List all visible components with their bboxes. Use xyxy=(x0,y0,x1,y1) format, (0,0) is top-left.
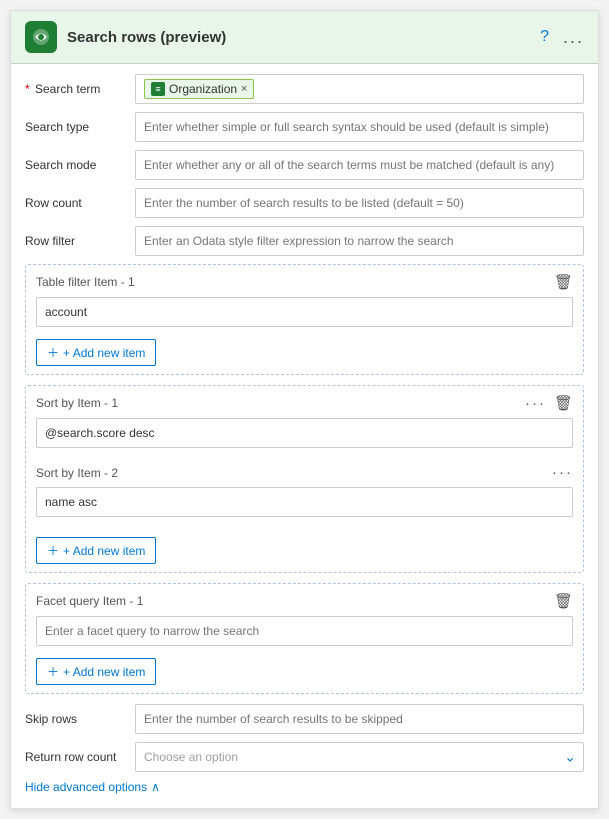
delete-icon: 🗑 xyxy=(554,395,573,412)
panel-body: * Search term ≡ Organization × Search ty… xyxy=(11,64,598,808)
add-icon: ＋ xyxy=(47,663,59,680)
hide-advanced-btn[interactable]: Hide advanced options ∧ xyxy=(25,780,584,794)
delete-icon: 🗑 xyxy=(554,593,573,610)
row-filter-row: Row filter xyxy=(25,226,584,256)
table-filter-header: Table filter Item - 1 🗑 xyxy=(36,273,573,291)
sort-by-section: Sort by Item - 1 ··· 🗑 Sort by Item - 2 … xyxy=(25,385,584,573)
table-filter-delete-btn[interactable]: 🗑 xyxy=(554,273,573,291)
table-filter-add-btn[interactable]: ＋ + Add new item xyxy=(36,339,156,366)
tag-icon: ≡ xyxy=(151,82,165,96)
return-row-count-label: Return row count xyxy=(25,750,135,764)
sort-item-1-delete-btn[interactable]: 🗑 xyxy=(554,394,573,412)
skip-rows-row: Skip rows xyxy=(25,704,584,734)
header-left: Search rows (preview) xyxy=(25,21,226,53)
sort-item-2-more-icon[interactable]: ··· xyxy=(552,464,573,481)
row-count-label: Row count xyxy=(25,196,135,210)
skip-rows-label: Skip rows xyxy=(25,712,135,726)
panel-header: Search rows (preview) ? ... xyxy=(11,11,598,64)
delete-icon: 🗑 xyxy=(554,274,573,291)
facet-query-actions: 🗑 xyxy=(554,592,573,610)
add-label: + Add new item xyxy=(63,544,145,558)
search-term-input[interactable]: ≡ Organization × xyxy=(135,74,584,104)
skip-rows-input[interactable] xyxy=(135,704,584,734)
required-star: * xyxy=(25,82,30,96)
table-filter-section: Table filter Item - 1 🗑 ＋ + Add new item xyxy=(25,264,584,375)
facet-query-label: Facet query Item - 1 xyxy=(36,594,143,608)
search-term-row: * Search term ≡ Organization × xyxy=(25,74,584,104)
search-type-input[interactable] xyxy=(135,112,584,142)
add-icon: ＋ xyxy=(47,542,59,559)
sort-item-1-input[interactable] xyxy=(36,418,573,448)
facet-query-section: Facet query Item - 1 🗑 ＋ + Add new item xyxy=(25,583,584,694)
help-icon[interactable]: ? xyxy=(540,28,549,46)
add-label: + Add new item xyxy=(63,346,145,360)
more-menu-icon[interactable]: ... xyxy=(563,27,584,48)
sort-item-2-header: Sort by Item - 2 ··· xyxy=(36,464,573,481)
sort-item-2-input[interactable] xyxy=(36,487,573,517)
sort-item-1-label: Sort by Item - 1 xyxy=(36,396,118,410)
organization-tag: ≡ Organization × xyxy=(144,79,254,99)
search-mode-input[interactable] xyxy=(135,150,584,180)
sort-item-1-row: Sort by Item - 1 ··· 🗑 xyxy=(36,394,573,456)
facet-add-btn[interactable]: ＋ + Add new item xyxy=(36,658,156,685)
search-type-row: Search type xyxy=(25,112,584,142)
row-filter-input[interactable] xyxy=(135,226,584,256)
header-right: ? ... xyxy=(540,27,584,48)
main-panel: Search rows (preview) ? ... * Search ter… xyxy=(10,10,599,809)
search-mode-label: Search mode xyxy=(25,158,135,172)
chevron-up-icon: ∧ xyxy=(151,780,160,794)
facet-query-input[interactable] xyxy=(36,616,573,646)
facet-query-delete-btn[interactable]: 🗑 xyxy=(554,592,573,610)
row-count-row: Row count xyxy=(25,188,584,218)
facet-query-header: Facet query Item - 1 🗑 xyxy=(36,592,573,610)
add-icon: ＋ xyxy=(47,344,59,361)
table-filter-actions: 🗑 xyxy=(554,273,573,291)
search-mode-row: Search mode xyxy=(25,150,584,180)
tag-text: Organization xyxy=(169,82,237,96)
table-filter-input[interactable] xyxy=(36,297,573,327)
sort-item-2-actions: ··· xyxy=(552,464,573,481)
sort-item-1-actions: ··· 🗑 xyxy=(525,394,573,412)
table-filter-label: Table filter Item - 1 xyxy=(36,275,135,289)
tag-close-btn[interactable]: × xyxy=(241,83,247,95)
row-count-input[interactable] xyxy=(135,188,584,218)
hide-advanced-label: Hide advanced options xyxy=(25,780,147,794)
add-label: + Add new item xyxy=(63,665,145,679)
sort-item-1-more-icon[interactable]: ··· xyxy=(525,395,546,412)
sort-item-2-row: Sort by Item - 2 ··· xyxy=(36,464,573,525)
sort-item-1-header: Sort by Item - 1 ··· 🗑 xyxy=(36,394,573,412)
panel-title: Search rows (preview) xyxy=(67,29,226,46)
search-term-label: * Search term xyxy=(25,82,135,96)
sort-add-btn[interactable]: ＋ + Add new item xyxy=(36,537,156,564)
search-type-label: Search type xyxy=(25,120,135,134)
row-filter-label: Row filter xyxy=(25,234,135,248)
sort-item-2-label: Sort by Item - 2 xyxy=(36,466,118,480)
app-logo xyxy=(25,21,57,53)
